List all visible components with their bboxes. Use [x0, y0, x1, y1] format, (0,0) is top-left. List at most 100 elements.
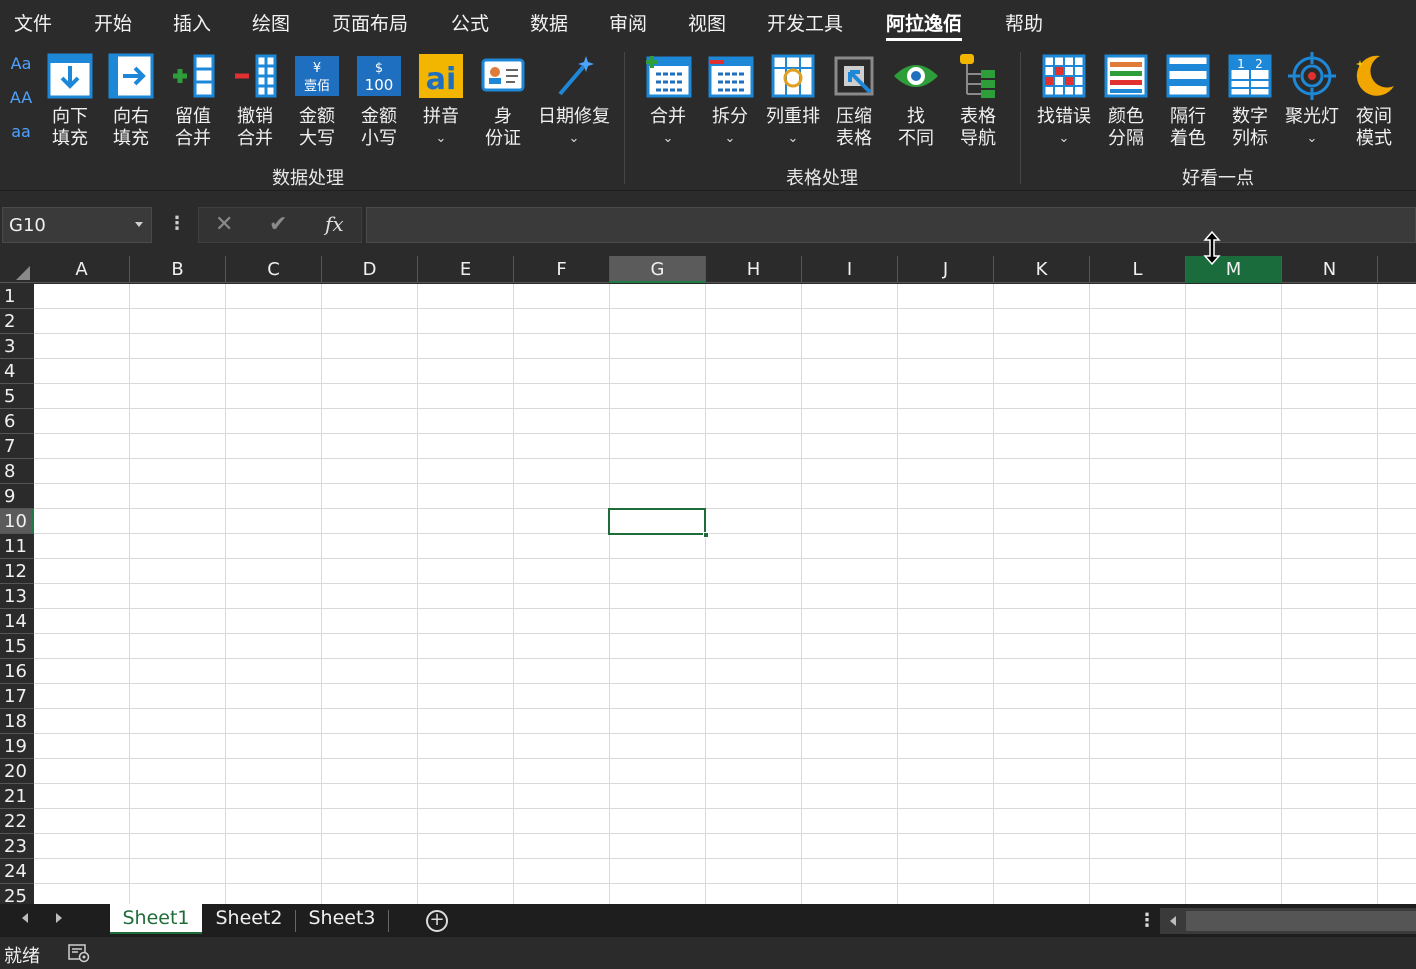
row-header-10[interactable]: 10	[0, 509, 34, 534]
more-options-icon[interactable]: ⋮	[168, 213, 186, 234]
add-sheet-button[interactable]: +	[426, 910, 448, 932]
column-header-l[interactable]: L	[1090, 256, 1186, 283]
row-header-7[interactable]: 7	[0, 434, 34, 459]
sheet-tab-sheet3[interactable]: Sheet3	[297, 904, 387, 934]
pinyin-button[interactable]: ai 拼音 ⌄	[413, 50, 469, 180]
sheet-tab-sheet1[interactable]: Sheet1	[110, 904, 202, 934]
formula-input[interactable]	[366, 207, 1416, 243]
fill-right-button[interactable]: 向右 填充	[103, 50, 159, 180]
row-header-17[interactable]: 17	[0, 684, 34, 709]
row-header-3[interactable]: 3	[0, 334, 34, 359]
find-errors-button[interactable]: 找错误 ⌄	[1034, 50, 1094, 180]
amount-lowercase-button[interactable]: $100 金额 小写	[351, 50, 407, 180]
column-header-h[interactable]: H	[706, 256, 802, 283]
row-header-5[interactable]: 5	[0, 384, 34, 409]
compress-table-label-1: 压缩	[836, 106, 872, 127]
lower-case-button[interactable]: aa	[6, 122, 36, 141]
row-header-2[interactable]: 2	[0, 309, 34, 334]
row-header-1[interactable]: 1	[0, 284, 34, 309]
next-sheet-icon[interactable]	[56, 913, 62, 923]
reorder-columns-button[interactable]: 列重排 ⌄	[762, 50, 824, 180]
column-header-b[interactable]: B	[130, 256, 226, 283]
menu-data[interactable]: 数据	[530, 9, 568, 36]
unmerge-button[interactable]: 撤销 合并	[227, 50, 283, 180]
insert-function-icon[interactable]: fx	[325, 212, 344, 236]
row-header-4[interactable]: 4	[0, 359, 34, 384]
spotlight-button[interactable]: 聚光灯 ⌄	[1282, 50, 1342, 180]
menu-developer[interactable]: 开发工具	[767, 9, 843, 36]
accessibility-icon[interactable]	[68, 943, 90, 963]
row-header-25[interactable]: 25	[0, 884, 34, 904]
menu-draw[interactable]: 绘图	[252, 9, 290, 36]
row-header-8[interactable]: 8	[0, 459, 34, 484]
row-header-23[interactable]: 23	[0, 834, 34, 859]
column-header-e[interactable]: E	[418, 256, 514, 283]
color-separate-button[interactable]: 颜色 分隔	[1098, 50, 1154, 180]
table-nav-button[interactable]: 表格 导航	[950, 50, 1006, 180]
svg-text:1: 1	[1237, 57, 1245, 71]
menu-page-layout[interactable]: 页面布局	[332, 9, 408, 36]
compress-table-button[interactable]: 压缩 表格	[826, 50, 882, 180]
column-header-d[interactable]: D	[322, 256, 418, 283]
enter-icon[interactable]: ✔	[269, 212, 287, 237]
column-header-i[interactable]: I	[802, 256, 898, 283]
keep-merge-button[interactable]: 留值 合并	[165, 50, 221, 180]
merge-button[interactable]: 合并 ⌄	[640, 50, 696, 180]
column-header-n[interactable]: N	[1282, 256, 1378, 283]
row-header-13[interactable]: 13	[0, 584, 34, 609]
night-mode-button[interactable]: 夜间 模式	[1346, 50, 1402, 180]
row-header-16[interactable]: 16	[0, 659, 34, 684]
menu-alayibai[interactable]: 阿拉逸佰	[886, 9, 963, 41]
select-all-corner[interactable]	[0, 256, 34, 283]
column-header-c[interactable]: C	[226, 256, 322, 283]
menu-review[interactable]: 审阅	[609, 9, 647, 36]
horizontal-scrollbar[interactable]	[1160, 908, 1416, 934]
scrollbar-thumb[interactable]	[1186, 911, 1416, 931]
row-header-6[interactable]: 6	[0, 409, 34, 434]
row-header-12[interactable]: 12	[0, 559, 34, 584]
column-header-m[interactable]: M	[1186, 256, 1282, 283]
row-header-9[interactable]: 9	[0, 484, 34, 509]
find-diff-button[interactable]: 找 不同	[888, 50, 944, 180]
fill-down-button[interactable]: 向下 填充	[42, 50, 98, 180]
menu-file[interactable]: 文件	[14, 9, 52, 36]
row-header-15[interactable]: 15	[0, 634, 34, 659]
column-header-a[interactable]: A	[34, 256, 130, 283]
row-header-19[interactable]: 19	[0, 734, 34, 759]
cell-grid[interactable]	[34, 284, 1416, 904]
row-header-21[interactable]: 21	[0, 784, 34, 809]
cancel-icon[interactable]: ✕	[215, 212, 233, 237]
fill-handle[interactable]	[703, 532, 709, 538]
active-cell[interactable]	[608, 508, 709, 538]
title-case-button[interactable]: Aa	[6, 54, 36, 73]
menu-insert[interactable]: 插入	[173, 9, 211, 36]
column-header-g[interactable]: G	[610, 256, 706, 283]
amount-uppercase-button[interactable]: ¥ 壹佰 金额 大写	[289, 50, 345, 180]
sheet-tab-sheet2[interactable]: Sheet2	[204, 904, 294, 934]
chevron-down-icon[interactable]	[135, 222, 143, 227]
menu-home[interactable]: 开始	[94, 9, 132, 36]
split-button[interactable]: 拆分 ⌄	[702, 50, 758, 180]
reorder-columns-label: 列重排	[766, 106, 820, 127]
prev-sheet-icon[interactable]	[22, 913, 28, 923]
more-options-icon[interactable]: ⋮	[1138, 910, 1156, 931]
scroll-left-icon[interactable]	[1170, 916, 1176, 926]
number-column-label-button[interactable]: 12 数字 列标	[1222, 50, 1278, 180]
row-header-18[interactable]: 18	[0, 709, 34, 734]
menu-formulas[interactable]: 公式	[451, 9, 489, 36]
alternate-rows-button[interactable]: 隔行 着色	[1160, 50, 1216, 180]
column-header-k[interactable]: K	[994, 256, 1090, 283]
menu-view[interactable]: 视图	[688, 9, 726, 36]
menu-help[interactable]: 帮助	[1005, 9, 1043, 36]
upper-case-button[interactable]: AA	[6, 88, 36, 107]
row-header-20[interactable]: 20	[0, 759, 34, 784]
row-header-14[interactable]: 14	[0, 609, 34, 634]
row-header-24[interactable]: 24	[0, 859, 34, 884]
id-card-button[interactable]: 身 份证	[475, 50, 531, 180]
row-header-11[interactable]: 11	[0, 534, 34, 559]
column-header-j[interactable]: J	[898, 256, 994, 283]
date-repair-button[interactable]: 日期修复 ⌄	[536, 50, 612, 180]
row-header-22[interactable]: 22	[0, 809, 34, 834]
column-header-f[interactable]: F	[514, 256, 610, 283]
name-box[interactable]: G10	[2, 207, 152, 243]
